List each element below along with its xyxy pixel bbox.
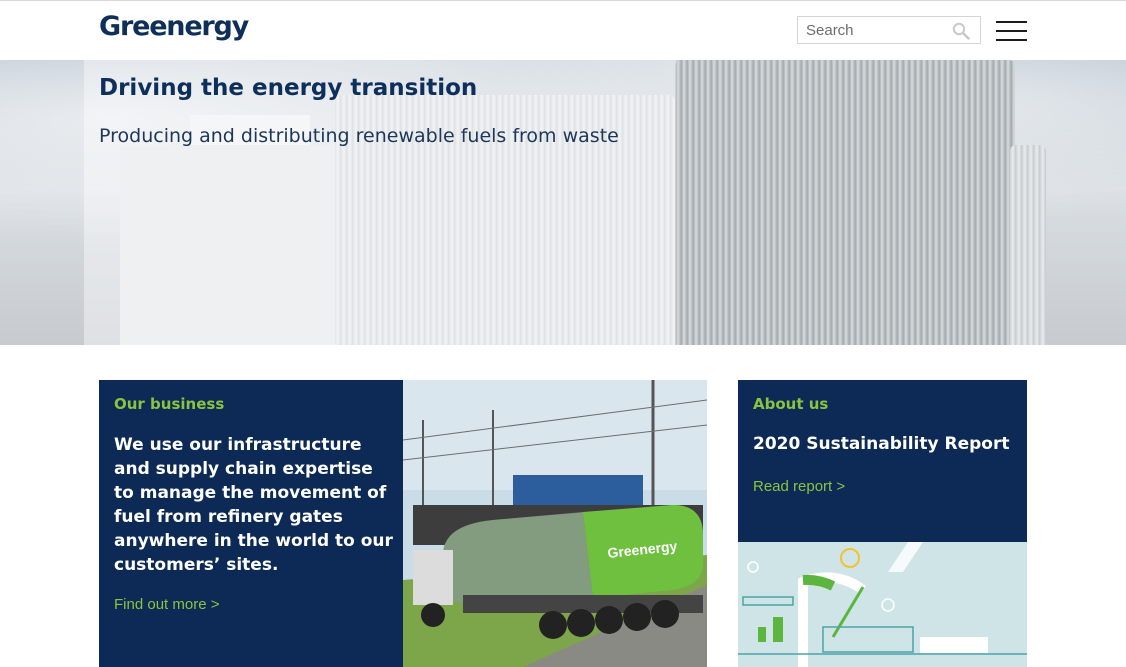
- site-header: Greenergy: [0, 0, 1126, 60]
- search-icon[interactable]: [952, 22, 970, 40]
- our-business-text: We use our infrastructure and supply cha…: [114, 435, 393, 575]
- search-input[interactable]: [798, 17, 948, 43]
- tanker-truck-illustration: Greenergy: [403, 380, 707, 667]
- hamburger-menu-icon[interactable]: [996, 21, 1027, 41]
- read-report-link[interactable]: Read report >: [753, 478, 845, 495]
- hero-tank-right: [1010, 145, 1046, 345]
- sustainability-report-image: [738, 542, 1027, 667]
- about-us-eyebrow: About us: [753, 395, 829, 413]
- about-us-card: About us 2020 Sustainability Report Read…: [738, 380, 1027, 542]
- sustainability-illustration: [738, 542, 1027, 667]
- hero-text-overlay: [84, 60, 676, 345]
- sustainability-report-title: 2020 Sustainability Report: [753, 434, 1010, 454]
- find-out-more-link[interactable]: Find out more >: [114, 596, 219, 613]
- tanker-truck-image: Greenergy: [403, 380, 707, 667]
- hero-tank-front: [675, 60, 1015, 345]
- our-business-card: Our business We use our infrastructure a…: [99, 380, 403, 667]
- hero-banner: Driving the energy transition Producing …: [0, 60, 1126, 345]
- greenergy-logo[interactable]: Greenergy: [99, 11, 249, 42]
- hero-subtitle: Producing and distributing renewable fue…: [99, 125, 619, 147]
- our-business-eyebrow: Our business: [114, 395, 225, 413]
- search-box[interactable]: [797, 16, 981, 44]
- hero-title: Driving the energy transition: [99, 75, 478, 101]
